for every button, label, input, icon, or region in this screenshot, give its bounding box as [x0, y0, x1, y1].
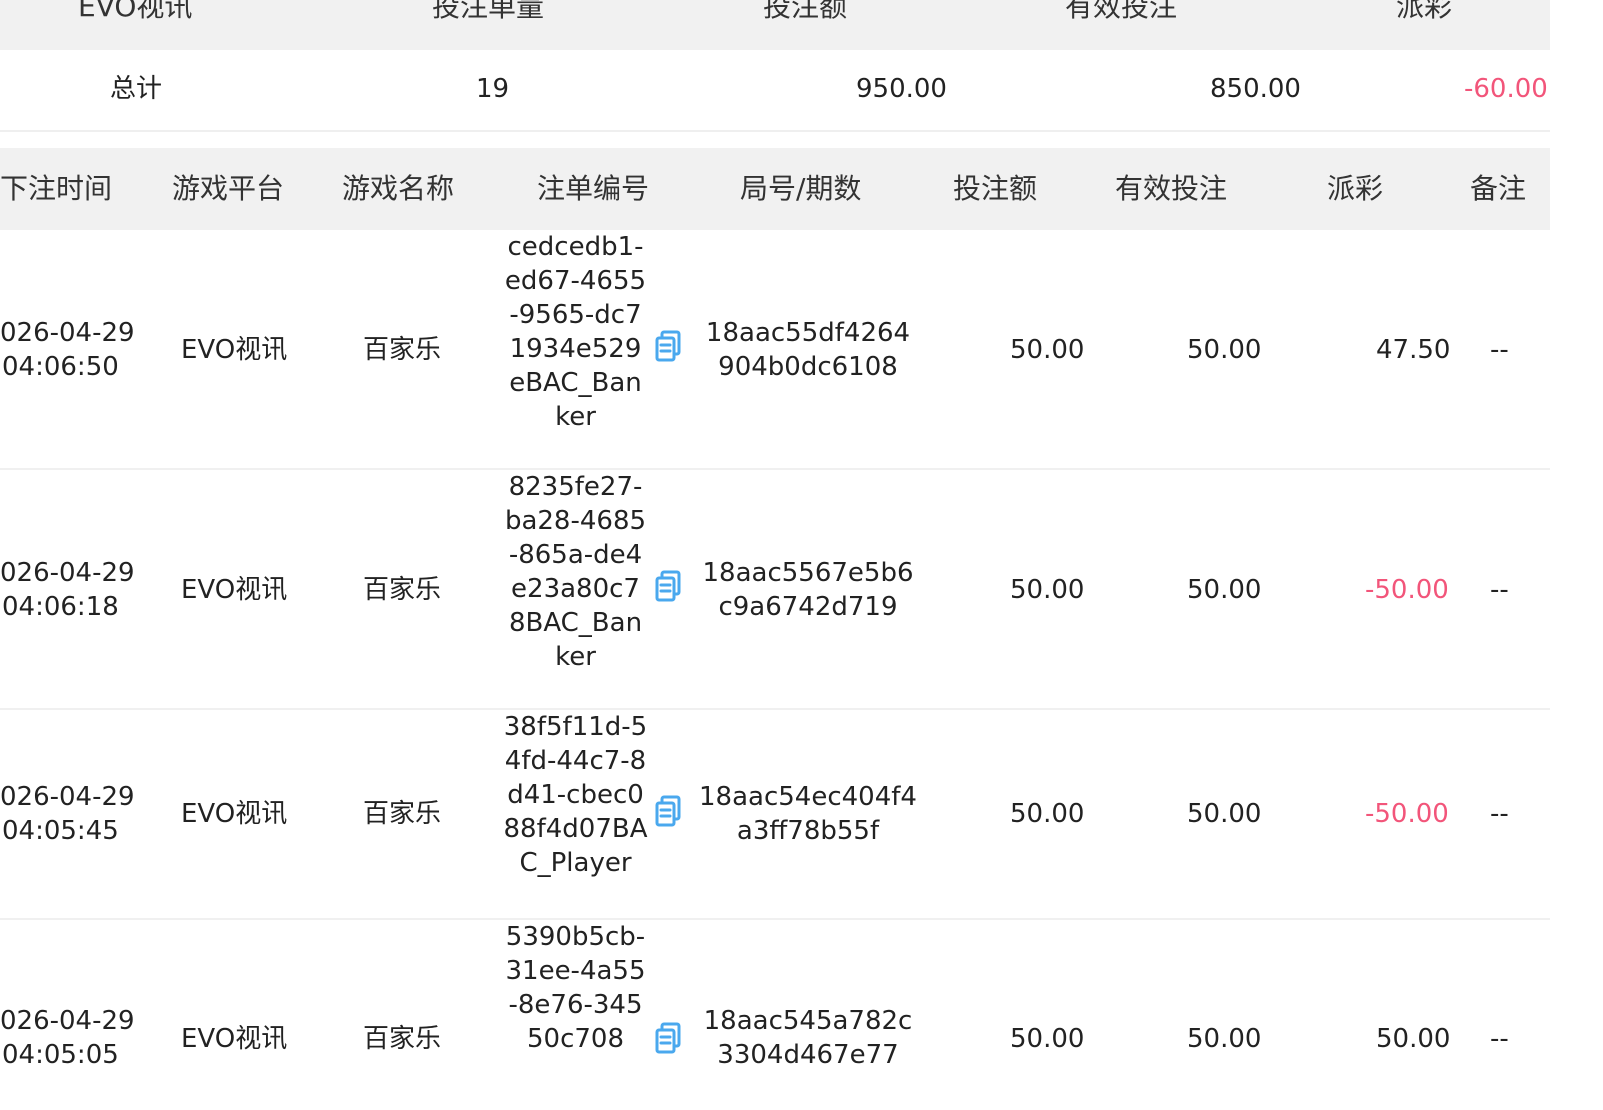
detail-header-row: 下注时间 游戏平台 游戏名称 注单编号 局号/期数 投注额 有效投注 派彩 备注	[0, 148, 1550, 230]
valid-bet: 50.00	[1187, 1024, 1262, 1054]
bet-amount: 50.00	[1010, 575, 1085, 605]
game-platform: EVO视讯	[181, 1024, 288, 1054]
payout: -50.00	[1365, 575, 1449, 605]
valid-bet: 50.00	[1187, 335, 1262, 365]
game-platform: EVO视讯	[181, 799, 288, 829]
order-id: 5390b5cb-31ee-4a55-8e76-34550c708	[505, 922, 646, 1054]
game-name: 百家乐	[363, 1024, 442, 1054]
detail-header-remark: 备注	[1470, 172, 1527, 205]
round-id: 18aac5567e5b6c9a6742d719	[702, 558, 914, 622]
game-platform: EVO视讯	[181, 575, 288, 605]
summary-bet-amount: 950.00	[856, 74, 947, 104]
detail-header-platform: 游戏平台	[172, 172, 285, 205]
detail-header-bet-time: 下注时间	[0, 172, 113, 205]
order-id: 38f5f11d-54fd-44c7-8d41-cbec088f4d07BAC_…	[503, 712, 648, 878]
detail-header-payout: 派彩	[1327, 172, 1384, 205]
game-name: 百家乐	[363, 575, 442, 605]
bet-time: 04:06:50	[2, 352, 119, 382]
round-id: 18aac54ec404f4a3ff78b55f	[699, 782, 917, 846]
summary-bet-count: 19	[476, 74, 510, 104]
bet-row: 026-04-29 04:05:45 EVO视讯 百家乐 38f5f11d-54…	[0, 710, 1550, 920]
remark: --	[1490, 1024, 1509, 1054]
order-id: 8235fe27-ba28-4685-865a-de4e23a80c78BAC_…	[504, 472, 647, 672]
bet-time: 04:05:05	[2, 1040, 119, 1070]
bet-details-table: 下注时间 游戏平台 游戏名称 注单编号 局号/期数 投注额 有效投注 派彩 备注…	[0, 148, 1550, 1110]
bet-time: 04:06:18	[2, 592, 119, 622]
summary-header-bet-amount: 投注额	[763, 0, 848, 23]
summary-table: EVO视讯 投注单量 投注额 有效投注 派彩 总计 19 950.00 850.…	[0, 0, 1550, 132]
summary-payout: -60.00	[1464, 74, 1548, 104]
summary-header-payout: 派彩	[1396, 0, 1453, 23]
bet-row: 026-04-29 04:05:05 EVO视讯 百家乐 5390b5cb-31…	[0, 920, 1550, 1110]
remark: --	[1490, 575, 1509, 605]
summary-header-bet-count: 投注单量	[432, 0, 545, 23]
summary-header-row: EVO视讯 投注单量 投注额 有效投注 派彩	[0, 0, 1550, 50]
bet-row: 026-04-29 04:06:18 EVO视讯 百家乐 8235fe27-ba…	[0, 470, 1550, 710]
bet-amount: 50.00	[1010, 799, 1085, 829]
round-id: 18aac545a782c3304d467e77	[703, 1006, 913, 1070]
round-id: 18aac55df4264904b0dc6108	[705, 318, 911, 382]
summary-total-label: 总计	[110, 74, 163, 104]
valid-bet: 50.00	[1187, 575, 1262, 605]
summary-header-valid-bet: 有效投注	[1065, 0, 1178, 23]
bet-time: 04:05:45	[2, 816, 119, 846]
bet-date: 026-04-29	[0, 318, 135, 348]
remark: --	[1490, 799, 1509, 829]
copy-icon[interactable]	[654, 795, 682, 829]
copy-icon[interactable]	[654, 330, 682, 364]
bet-date: 026-04-29	[0, 558, 135, 588]
bet-amount: 50.00	[1010, 1024, 1085, 1054]
detail-header-valid-bet: 有效投注	[1115, 172, 1228, 205]
game-name: 百家乐	[363, 799, 442, 829]
valid-bet: 50.00	[1187, 799, 1262, 829]
bet-date: 026-04-29	[0, 782, 135, 812]
summary-total-row: 总计 19 950.00 850.00 -60.00	[0, 50, 1550, 128]
payout: -50.00	[1365, 799, 1449, 829]
payout: 47.50	[1376, 335, 1451, 365]
summary-header-platform: EVO视讯	[78, 0, 193, 23]
detail-header-order-id: 注单编号	[537, 172, 650, 205]
detail-header-round-id: 局号/期数	[740, 172, 862, 205]
game-name: 百家乐	[363, 335, 442, 365]
bet-records-page: EVO视讯 投注单量 投注额 有效投注 派彩 总计 19 950.00 850.…	[0, 0, 1603, 1110]
bet-date: 026-04-29	[0, 1006, 135, 1036]
bet-row: 026-04-29 04:06:50 EVO视讯 百家乐 cedcedb1-ed…	[0, 230, 1550, 470]
copy-icon[interactable]	[654, 1022, 682, 1056]
copy-icon[interactable]	[654, 570, 682, 604]
remark: --	[1490, 335, 1509, 365]
bet-amount: 50.00	[1010, 335, 1085, 365]
detail-header-bet-amount: 投注额	[953, 172, 1038, 205]
detail-header-game-name: 游戏名称	[342, 172, 455, 205]
summary-valid-bet: 850.00	[1210, 74, 1301, 104]
order-id: cedcedb1-ed67-4655-9565-dc71934e529eBAC_…	[504, 232, 647, 432]
game-platform: EVO视讯	[181, 335, 288, 365]
payout: 50.00	[1376, 1024, 1451, 1054]
